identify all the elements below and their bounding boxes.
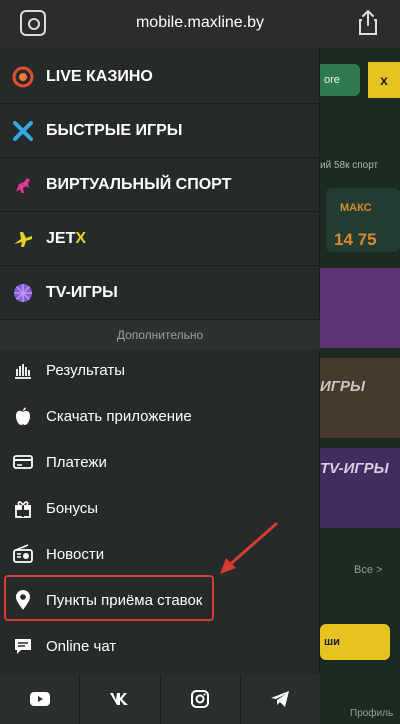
telegram-icon: [271, 691, 290, 707]
menu-item-download-app[interactable]: Скачать приложение: [0, 393, 320, 439]
bg-close-button: x: [368, 62, 400, 98]
browser-top-bar: mobile.maxline.by: [0, 0, 400, 48]
menu-item-label: ВИРТУАЛЬНЫЙ СПОРТ: [46, 175, 232, 193]
apple-icon: [16, 407, 30, 425]
menu-item-live-casino[interactable]: LIVE КАЗИНО: [0, 50, 320, 104]
url-text: mobile.maxline.by: [135, 14, 265, 31]
bg-button: ore: [320, 64, 360, 96]
menu-item-label: Новости: [46, 545, 105, 563]
address-bar[interactable]: mobile.maxline.by: [64, 6, 336, 40]
menu-item-label: Скачать приложение: [46, 407, 192, 425]
jetx-accent: X: [75, 229, 87, 247]
menu-item-label: БЫСТРЫЕ ИГРЫ: [46, 121, 183, 139]
menu-item-tv-games[interactable]: TV-ИГРЫ: [0, 266, 320, 320]
menu-item-label: JETX: [46, 229, 87, 247]
live-casino-icon: [12, 66, 34, 87]
bg-yellow-button: ши: [320, 624, 390, 660]
menu-item-label: Результаты: [46, 361, 125, 379]
radio-icon: [13, 544, 33, 563]
bg-more-link: Все >: [354, 564, 383, 576]
side-menu: LIVE КАЗИНО БЫСТРЫЕ ИГРЫ ВИРТУАЛЬНЫЙ СПО…: [0, 48, 320, 724]
highlight-box: [4, 575, 214, 621]
bg-card-text: TV-ИГРЫ: [320, 460, 389, 477]
jetx-icon: [14, 231, 32, 247]
menu-item-label: LIVE КАЗИНО: [46, 67, 153, 85]
social-vk[interactable]: [80, 674, 161, 724]
menu-item-virtual-sport[interactable]: ВИРТУАЛЬНЫЙ СПОРТ: [0, 158, 320, 212]
fast-games-icon: [13, 120, 33, 141]
chat-icon: [15, 639, 31, 654]
tv-games-icon: [14, 283, 32, 302]
section-header-additional: Дополнительно: [0, 320, 320, 350]
results-icon: [15, 364, 31, 379]
menu-item-label: Платежи: [46, 453, 107, 471]
social-links: [0, 674, 320, 724]
bg-profile-label: Профиль: [350, 708, 394, 719]
social-instagram[interactable]: [161, 674, 241, 724]
menu-item-label: TV-ИГРЫ: [46, 283, 118, 301]
bg-banner-value: 14 75: [334, 230, 377, 249]
menu-item-label: Бонусы: [46, 499, 99, 517]
annotation-arrow: [220, 522, 278, 574]
bg-text: ий 58к спорт: [320, 160, 379, 171]
bg-banner-title: МАКС: [340, 202, 372, 214]
menu-item-online-chat[interactable]: Online чат: [0, 623, 320, 669]
instagram-icon: [191, 690, 210, 708]
youtube-icon: [29, 692, 50, 706]
bg-card-text: ИГРЫ: [320, 378, 365, 395]
vk-icon: [109, 693, 128, 705]
menu-item-payments[interactable]: Платежи: [0, 439, 320, 485]
gift-icon: [15, 501, 31, 518]
bg-card: [320, 268, 400, 348]
social-youtube[interactable]: [0, 674, 81, 724]
menu-item-jetx[interactable]: JETX: [0, 212, 320, 266]
background-page: ore x ий 58к спорт МАКС 14 75 ИГРЫ TV-ИГ…: [320, 48, 400, 724]
menu-item-results[interactable]: Результаты: [0, 347, 320, 393]
virtual-sport-icon: [16, 177, 30, 193]
menu-item-label: Online чат: [46, 637, 117, 655]
menu-item-fast-games[interactable]: БЫСТРЫЕ ИГРЫ: [0, 104, 320, 158]
reader-mode-icon[interactable]: [20, 10, 46, 36]
share-icon[interactable]: [356, 8, 380, 36]
payment-card-icon: [13, 455, 33, 469]
social-telegram[interactable]: [241, 674, 320, 724]
bg-card: [320, 358, 400, 438]
